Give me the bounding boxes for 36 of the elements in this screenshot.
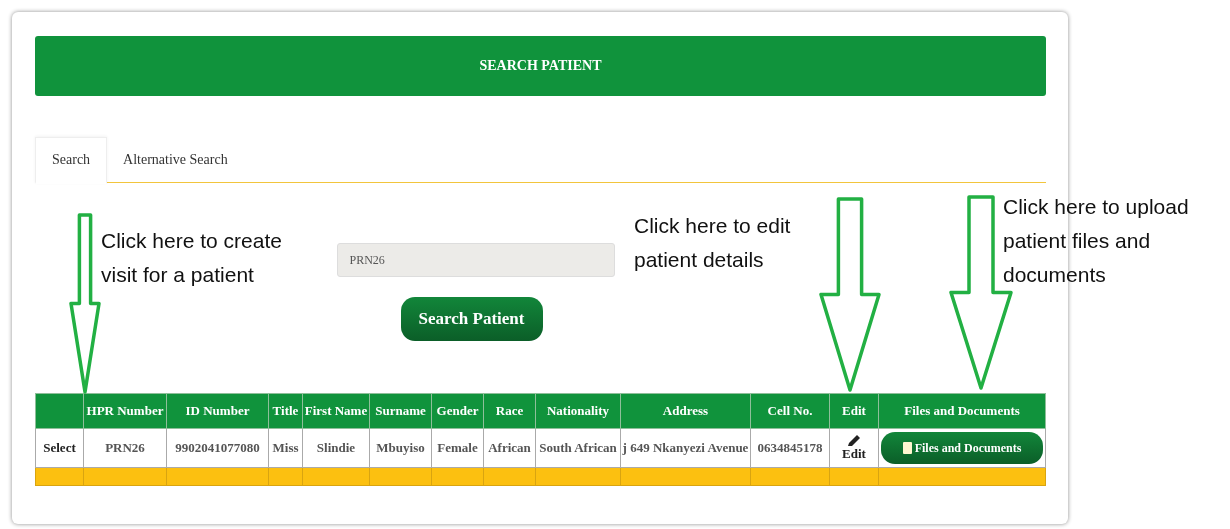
table-cell: j 649 Nkanyezi Avenue — [620, 428, 751, 468]
column-header: Files and Documents — [878, 393, 1046, 429]
table-cell: African — [483, 428, 536, 468]
column-header: HPR Number — [83, 393, 167, 429]
annotation-text: Click here to upload patient files and documents — [1003, 194, 1189, 288]
table-cell: Mbuyiso — [369, 428, 432, 468]
annotation-text: Click here to edit patient details — [634, 213, 791, 273]
tab[interactable]: Search — [35, 136, 108, 184]
column-header — [35, 393, 84, 429]
column-header: Race — [483, 393, 536, 429]
search-patient-button[interactable]: Search Patient — [400, 297, 543, 341]
search-field[interactable]: PRN26 — [336, 243, 615, 277]
table-cell: 0634845178 — [750, 428, 830, 468]
column-header: Nationality — [535, 393, 621, 429]
column-header: Edit — [829, 393, 879, 429]
annotation-text: Click here to create visit for a patient — [101, 228, 282, 288]
table-cell: Miss — [268, 428, 303, 468]
column-header: Cell No. — [750, 393, 830, 429]
column-header: First Name — [302, 393, 370, 429]
down-arrow-icon — [818, 196, 882, 393]
document-icon — [902, 442, 912, 454]
column-header: Address — [620, 393, 751, 429]
table-cell: Female — [431, 428, 484, 468]
table-cell: Slindie — [302, 428, 370, 468]
header-title: SEARCH PATIENT — [479, 58, 602, 74]
column-header: Title — [268, 393, 303, 429]
down-arrow-icon — [68, 212, 102, 395]
files-and-documents-button[interactable]: Files and Documents — [881, 432, 1043, 464]
pencil-icon — [847, 434, 861, 448]
tab[interactable]: Alternative Search — [107, 138, 244, 182]
column-header: ID Number — [166, 393, 269, 429]
table-cell: PRN26 — [83, 428, 167, 468]
column-header: Surname — [369, 393, 432, 429]
table-cell: 9902041077080 — [166, 428, 269, 468]
column-header: Gender — [431, 393, 484, 429]
table-cell: South African — [535, 428, 621, 468]
